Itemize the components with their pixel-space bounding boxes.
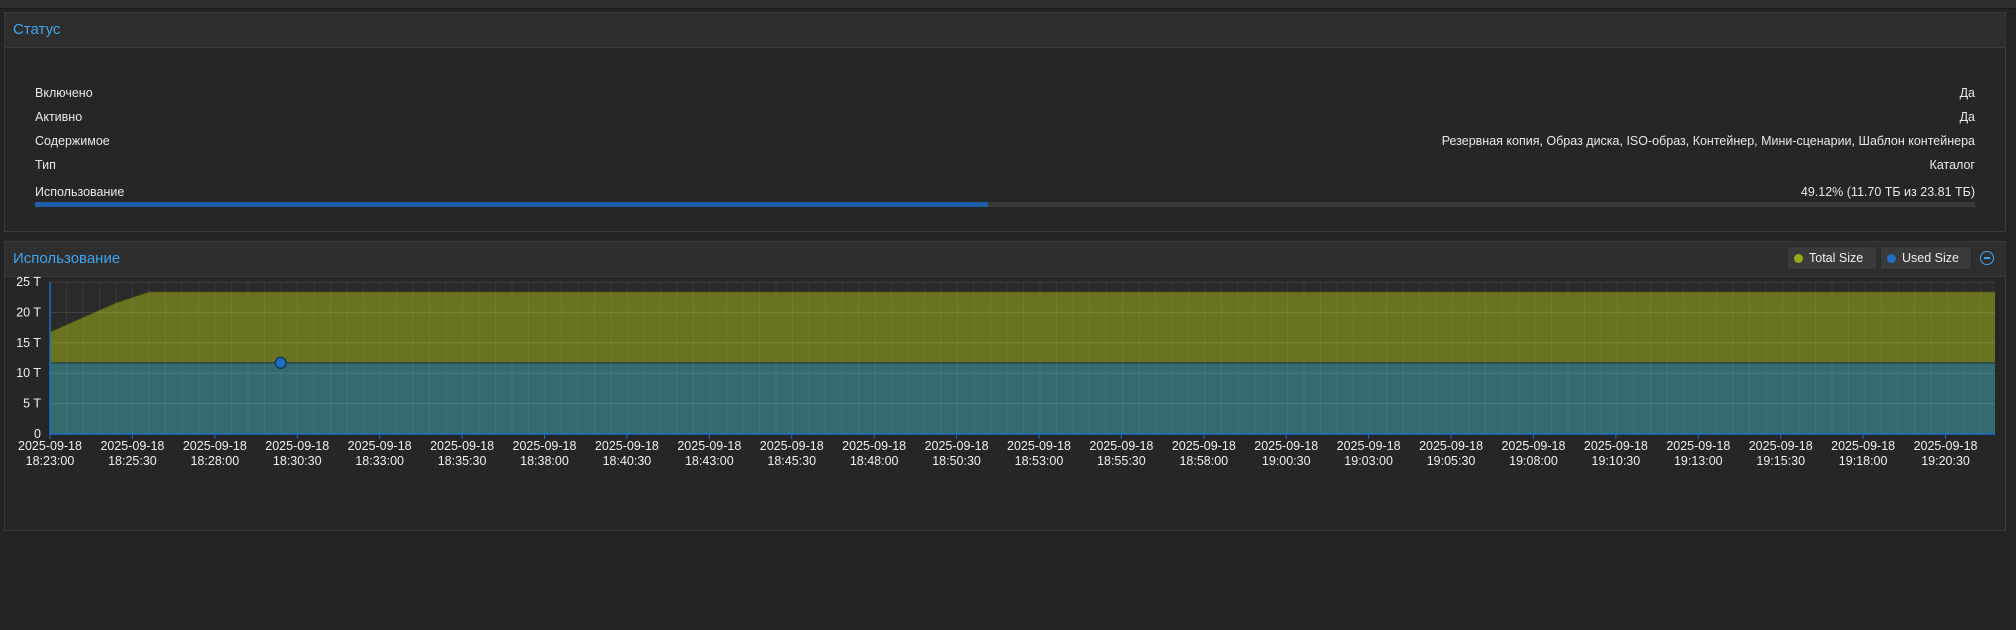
status-row-value: Каталог (1929, 158, 1975, 172)
y-tick-label: 5 T (23, 397, 41, 411)
x-tick-time-label: 18:25:30 (108, 454, 157, 468)
x-tick-time-label: 18:23:00 (26, 454, 75, 468)
top-strip (0, 0, 2016, 9)
status-panel-header: Статус (5, 13, 2005, 48)
x-tick-time-label: 19:00:30 (1262, 454, 1311, 468)
x-tick-date-label: 2025-09-18 (100, 439, 164, 453)
x-tick-time-label: 19:05:30 (1427, 454, 1476, 468)
status-row-label: Содержимое (35, 134, 110, 148)
x-tick-time-label: 18:35:30 (438, 454, 487, 468)
x-tick-date-label: 2025-09-18 (1831, 439, 1895, 453)
legend-dot-icon (1794, 253, 1803, 263)
x-tick-date-label: 2025-09-18 (1584, 439, 1648, 453)
x-tick-time-label: 18:55:30 (1097, 454, 1146, 468)
x-tick-time-label: 18:28:00 (190, 454, 239, 468)
x-tick-date-label: 2025-09-18 (1007, 439, 1071, 453)
x-tick-date-label: 2025-09-18 (1089, 439, 1153, 453)
x-tick-date-label: 2025-09-18 (265, 439, 329, 453)
x-tick-date-label: 2025-09-18 (1749, 439, 1813, 453)
x-tick-time-label: 18:53:00 (1015, 454, 1064, 468)
legend-label: Total Size (1809, 251, 1864, 265)
status-row-label: Тип (35, 158, 56, 172)
hover-point-marker (274, 356, 288, 370)
legend-dot-icon (1887, 253, 1896, 263)
x-tick-date-label: 2025-09-18 (183, 439, 247, 453)
x-tick-date-label: 2025-09-18 (1419, 439, 1483, 453)
usage-chart: 05 T10 T15 T20 T25 T2025-09-1818:23:0020… (16, 277, 1995, 468)
x-tick-date-label: 2025-09-18 (513, 439, 577, 453)
x-tick-time-label: 19:13:00 (1674, 454, 1723, 468)
x-tick-time-label: 18:45:30 (767, 454, 816, 468)
x-tick-time-label: 18:30:30 (273, 454, 322, 468)
status-row-content: Содержимое Резервная копия, Образ диска,… (35, 134, 1975, 150)
x-tick-time-label: 19:20:30 (1921, 454, 1970, 468)
x-tick-time-label: 18:40:30 (603, 454, 652, 468)
x-tick-date-label: 2025-09-18 (1337, 439, 1401, 453)
usage-value: 49.12% (11.70 ТБ из 23.81 ТБ) (1800, 185, 1975, 199)
x-tick-time-label: 19:15:30 (1756, 454, 1805, 468)
y-tick-label: 20 T (16, 305, 41, 319)
x-tick-date-label: 2025-09-18 (348, 439, 412, 453)
x-tick-date-label: 2025-09-18 (842, 439, 906, 453)
usage-panel: Использование Total Size Used Size 05 T1… (4, 241, 2006, 531)
status-row-active: Активно Да (35, 110, 1975, 126)
y-tick-label: 25 T (16, 277, 41, 289)
x-tick-time-label: 19:18:00 (1839, 454, 1888, 468)
legend-total-size[interactable]: Total Size (1787, 246, 1877, 270)
x-tick-date-label: 2025-09-18 (1501, 439, 1565, 453)
x-tick-time-label: 18:50:30 (932, 454, 981, 468)
y-tick-label: 10 T (16, 366, 41, 380)
status-row-value: Резервная копия, Образ диска, ISO-образ,… (1441, 134, 1975, 148)
status-row-label: Включено (35, 86, 93, 100)
x-tick-time-label: 18:43:00 (685, 454, 734, 468)
legend-used-size[interactable]: Used Size (1880, 246, 1972, 270)
usage-label: Использование (35, 185, 125, 199)
y-tick-label: 15 T (16, 336, 41, 350)
status-row-value: Да (1959, 86, 1975, 100)
x-tick-date-label: 2025-09-18 (1254, 439, 1318, 453)
usage-panel-header: Использование Total Size Used Size (5, 242, 2005, 277)
usage-row: Использование 49.12% (11.70 ТБ из 23.81 … (35, 185, 1975, 201)
status-row-type: Тип Каталог (35, 158, 1975, 174)
x-tick-time-label: 18:38:00 (520, 454, 569, 468)
x-tick-date-label: 2025-09-18 (595, 439, 659, 453)
status-row-enabled: Включено Да (35, 86, 1975, 102)
x-tick-date-label: 2025-09-18 (18, 439, 82, 453)
x-tick-date-label: 2025-09-18 (1666, 439, 1730, 453)
usage-progress-fill (35, 202, 988, 207)
usage-progress-bar (35, 202, 1975, 207)
status-panel: Статус Включено Да Активно Да Содержимое… (4, 12, 2006, 232)
usage-panel-title: Использование (13, 250, 121, 267)
status-row-label: Активно (35, 110, 83, 124)
x-tick-time-label: 19:10:30 (1592, 454, 1641, 468)
collapse-icon[interactable] (1980, 251, 1994, 265)
x-tick-time-label: 19:03:00 (1344, 454, 1393, 468)
x-tick-date-label: 2025-09-18 (430, 439, 494, 453)
x-tick-time-label: 18:58:00 (1179, 454, 1228, 468)
legend-label: Used Size (1902, 251, 1959, 265)
x-tick-time-label: 19:08:00 (1509, 454, 1558, 468)
x-tick-time-label: 18:33:00 (355, 454, 404, 468)
x-tick-date-label: 2025-09-18 (677, 439, 741, 453)
status-row-value: Да (1959, 110, 1975, 124)
status-panel-title: Статус (13, 21, 61, 38)
x-tick-date-label: 2025-09-18 (925, 439, 989, 453)
x-tick-date-label: 2025-09-18 (760, 439, 824, 453)
x-tick-date-label: 2025-09-18 (1172, 439, 1236, 453)
x-tick-time-label: 18:48:00 (850, 454, 899, 468)
x-tick-date-label: 2025-09-18 (1914, 439, 1978, 453)
